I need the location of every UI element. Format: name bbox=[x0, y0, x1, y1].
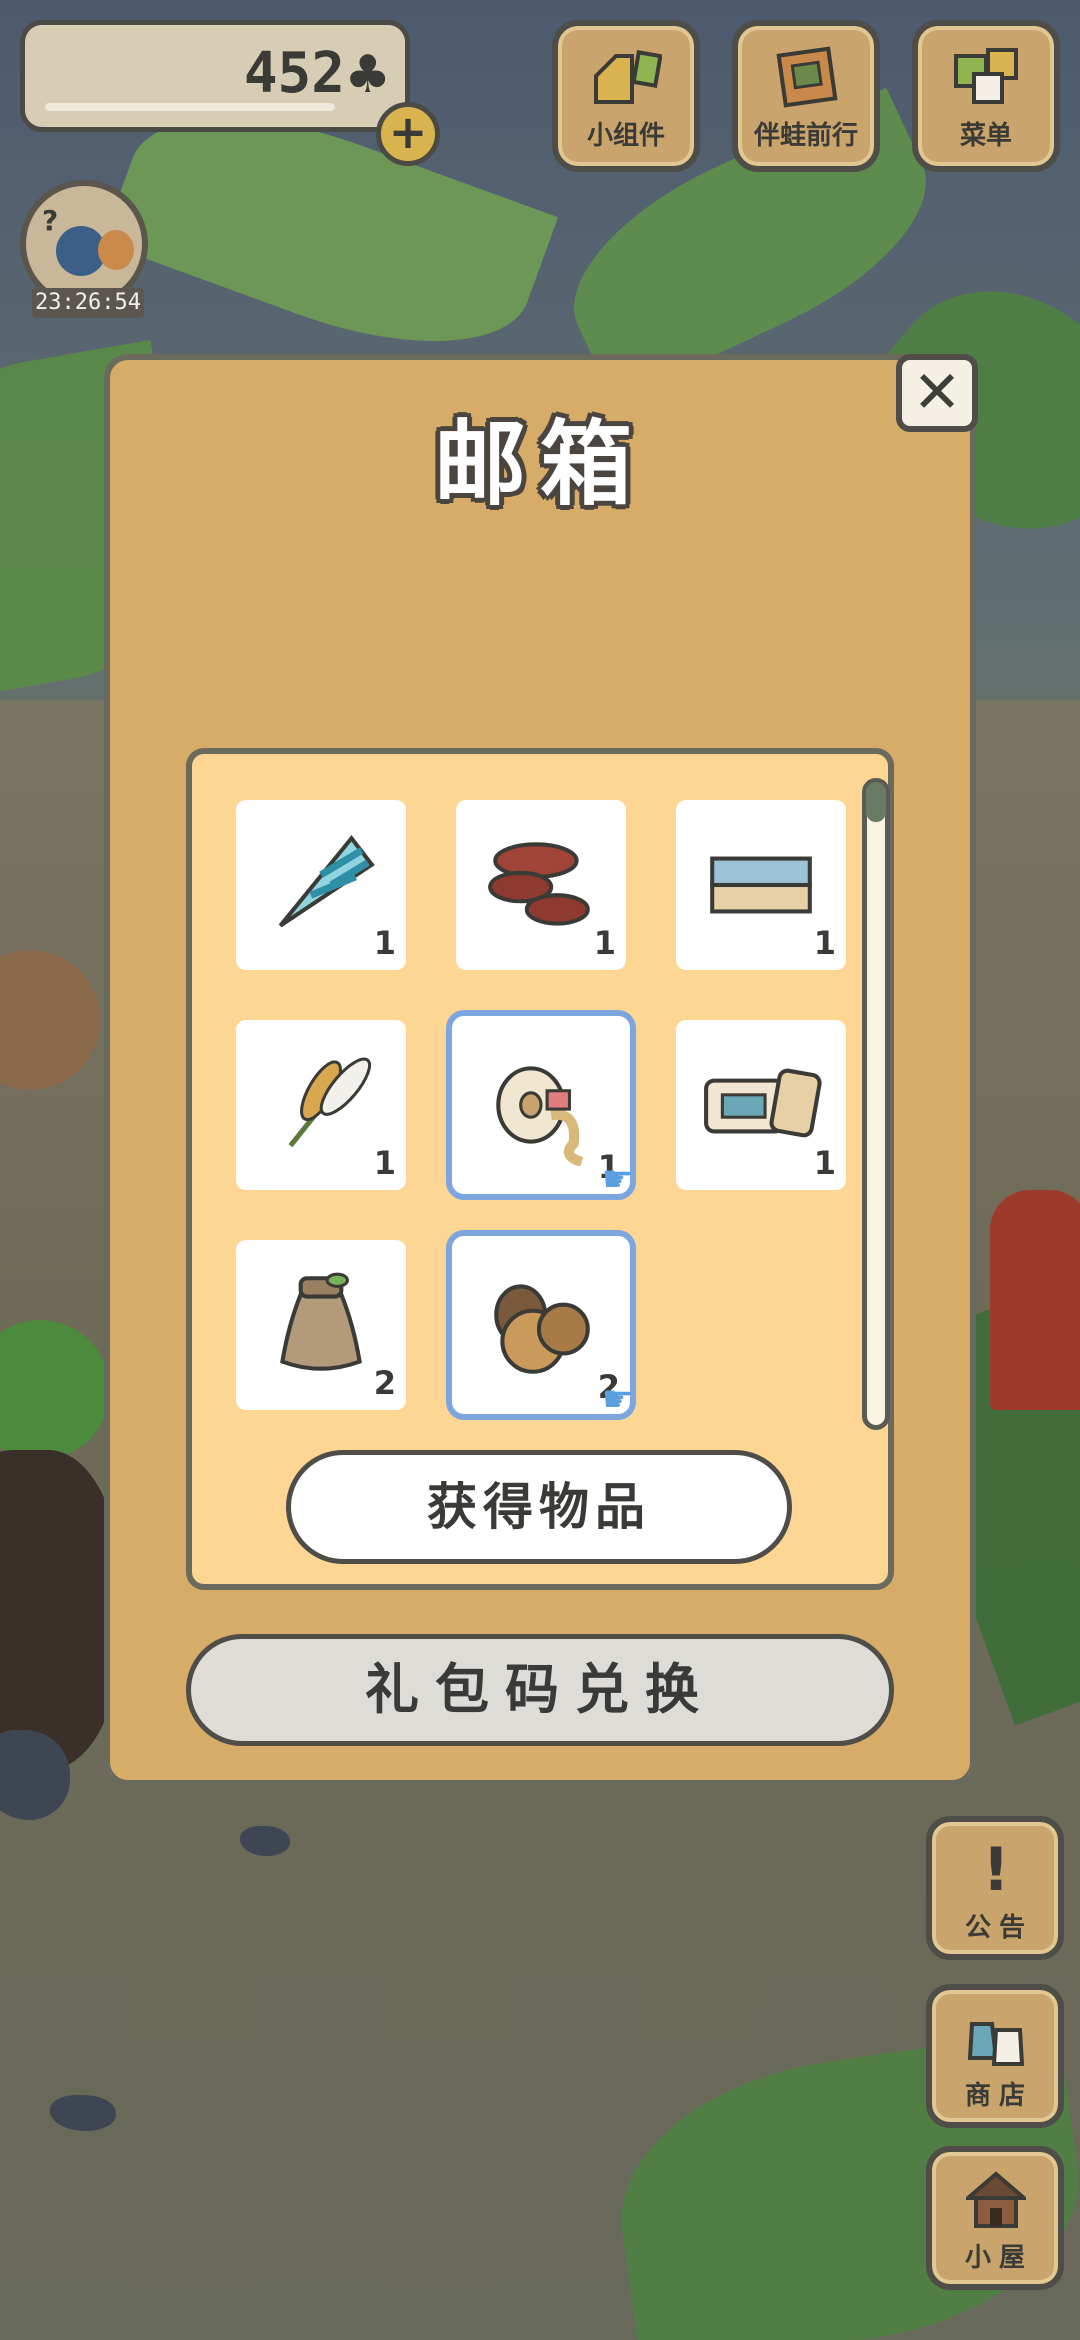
shop-bags-icon bbox=[967, 2022, 1025, 2066]
mail-item-seed-bag[interactable]: 2 bbox=[236, 1240, 406, 1410]
house-label: 小屋 bbox=[964, 2243, 1033, 2273]
menu-button[interactable]: 菜单 bbox=[912, 20, 1060, 172]
menu-icon bbox=[954, 48, 1018, 104]
house-icon bbox=[966, 2171, 1026, 2228]
item-count: 2 bbox=[373, 1364, 396, 1402]
album-icon bbox=[776, 46, 838, 108]
mail-item-ticket[interactable]: 1 bbox=[676, 1020, 846, 1190]
item-count: 1 bbox=[813, 924, 836, 962]
clover-counter: 452 ♣ bbox=[20, 20, 410, 132]
shop-button[interactable]: 商店 bbox=[926, 1984, 1064, 2128]
wood-slices-icon bbox=[488, 842, 590, 926]
travel-album-label: 伴蛙前行 bbox=[753, 121, 858, 151]
feather-bouquet-icon bbox=[288, 1057, 372, 1148]
clover-count: 452 bbox=[243, 41, 345, 106]
seed-bag-icon bbox=[280, 1272, 362, 1371]
announcement-button[interactable]: ! 公告 bbox=[926, 1816, 1064, 1960]
travel-album-button[interactable]: 伴蛙前行 bbox=[732, 20, 880, 172]
mail-item-ribbon-roll[interactable]: 1 ☛ bbox=[446, 1010, 636, 1200]
mail-item-wood-slices[interactable]: 1 bbox=[456, 800, 626, 970]
exclamation-icon: ! bbox=[982, 1835, 1010, 1905]
pointer-hand-icon: ☛ bbox=[601, 1379, 634, 1420]
announcement-label: 公告 bbox=[964, 1913, 1033, 1943]
question-icon: ? bbox=[42, 204, 59, 237]
folded-cloth-icon bbox=[710, 856, 812, 914]
counter-underline bbox=[45, 103, 335, 111]
shop-label: 商店 bbox=[964, 2081, 1033, 2111]
item-scrollbar[interactable] bbox=[862, 778, 890, 1430]
mailbox-title: 邮箱 bbox=[433, 411, 646, 518]
widget-button[interactable]: 小组件 bbox=[552, 20, 700, 172]
item-scrollbar-thumb[interactable] bbox=[866, 782, 886, 822]
snail-icon bbox=[98, 230, 134, 270]
travel-timer: 23:26:54 bbox=[32, 288, 144, 318]
add-clover-button[interactable]: + bbox=[376, 102, 440, 166]
menu-label: 菜单 bbox=[959, 121, 1012, 151]
close-button[interactable]: ✕ bbox=[896, 354, 978, 432]
mail-item-nuts[interactable]: 2 ☛ bbox=[446, 1230, 636, 1420]
seashell-icon bbox=[278, 834, 375, 928]
item-count: 1 bbox=[373, 1144, 396, 1182]
gift-code-redeem-button[interactable]: 礼包码兑换 bbox=[186, 1634, 894, 1746]
obtain-items-button[interactable]: 获得物品 bbox=[286, 1450, 792, 1564]
ribbon-roll-icon bbox=[496, 1066, 584, 1166]
clover-icon: ♣ bbox=[344, 45, 391, 105]
mail-item-feather-bouquet[interactable]: 1 bbox=[236, 1020, 406, 1190]
item-count: 1 bbox=[593, 924, 616, 962]
close-icon: ✕ bbox=[912, 358, 962, 426]
dirt-patch bbox=[0, 1450, 120, 1770]
nuts-icon bbox=[494, 1284, 590, 1374]
house-button[interactable]: 小屋 bbox=[926, 2146, 1064, 2290]
widget-icon bbox=[594, 50, 662, 104]
mail-item-folded-cloth[interactable]: 1 bbox=[676, 800, 846, 970]
mail-item-seashell[interactable]: 1 bbox=[236, 800, 406, 970]
pointer-hand-icon: ☛ bbox=[601, 1159, 634, 1200]
item-count: 1 bbox=[813, 1144, 836, 1182]
item-count: 1 bbox=[373, 924, 396, 962]
fence-post bbox=[990, 1190, 1080, 1410]
widget-label: 小组件 bbox=[586, 121, 665, 151]
ticket-icon bbox=[704, 1068, 822, 1138]
